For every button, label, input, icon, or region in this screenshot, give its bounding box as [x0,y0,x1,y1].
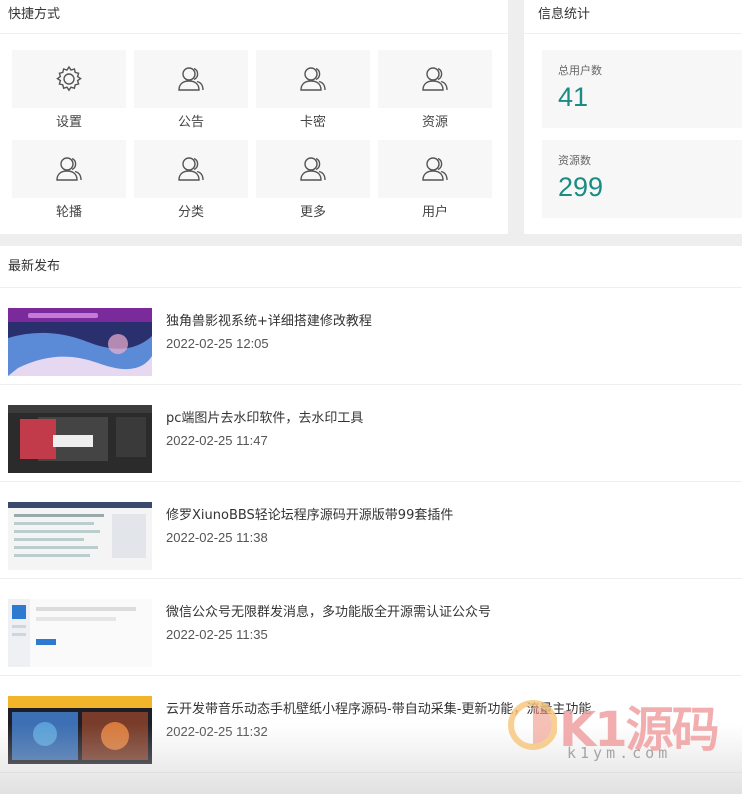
stat-label: 资源数 [558,154,591,167]
gear-icon [56,65,82,92]
quick-item-category[interactable]: 分类 [134,140,248,220]
latest-posts-title: 最新发布 [0,246,742,288]
quick-item-label: 轮播 [55,205,82,220]
quick-item-carousel[interactable]: 轮播 [12,140,126,220]
quick-item-label: 设置 [55,115,82,130]
post-date: 2022-02-25 11:38 [166,530,268,545]
post-date: 2022-02-25 11:35 [166,627,268,642]
list-item[interactable]: 微信公众号无限群发消息，多功能版全开源需认证公众号 2022-02-25 11:… [0,579,742,676]
quick-item-label: 资源 [421,115,448,130]
post-thumbnail[interactable] [8,405,152,473]
quick-item-label: 卡密 [299,115,326,130]
quick-item-label: 用户 [421,205,448,220]
stat-value: 299 [558,172,604,202]
post-date: 2022-02-25 11:47 [166,433,268,448]
quick-actions-panel: 快捷方式 设置 公告 卡密 资源 轮播 分类 更多 用户 [0,0,508,234]
users-icon [178,67,204,91]
watermark-url: k1ym.com [567,744,672,762]
quick-item-users[interactable]: 用户 [378,140,492,220]
quick-item-more[interactable]: 更多 [256,140,370,220]
quick-item-icon-box [12,140,126,198]
quick-item-label: 更多 [299,205,326,220]
stat-resources: 资源数 299 [542,140,742,218]
users-icon [178,157,204,181]
users-icon [56,157,82,181]
post-thumbnail[interactable] [8,308,152,376]
quick-item-icon-box [378,140,492,198]
post-thumbnail[interactable] [8,502,152,570]
post-title[interactable]: 微信公众号无限群发消息，多功能版全开源需认证公众号 [166,601,491,620]
quick-item-label: 分类 [177,205,204,220]
quick-item-icon-box [378,50,492,108]
post-thumbnail[interactable] [8,599,152,667]
quick-item-announcement[interactable]: 公告 [134,50,248,130]
post-date: 2022-02-25 12:05 [166,336,269,351]
list-item[interactable]: pc端图片去水印软件，去水印工具 2022-02-25 11:47 [0,385,742,482]
quick-item-label: 公告 [177,115,204,130]
quick-item-card-key[interactable]: 卡密 [256,50,370,130]
quick-item-icon-box [12,50,126,108]
stat-value: 41 [558,82,589,112]
stat-total-users: 总用户数 41 [542,50,742,128]
k1-logo-icon [508,700,557,750]
quick-item-icon-box [256,50,370,108]
quick-actions-title: 快捷方式 [0,0,508,34]
statistics-title: 信息统计 [524,0,742,34]
watermark: K1源码 k1ym.com [507,688,722,768]
statistics-panel: 信息统计 总用户数 41 资源数 299 [524,0,742,234]
users-icon [422,157,448,181]
list-item[interactable]: 独角兽影视系统+详细搭建修改教程 2022-02-25 12:05 [0,288,742,385]
post-title[interactable]: 独角兽影视系统+详细搭建修改教程 [166,310,372,329]
post-title[interactable]: 修罗XiunoBBS轻论坛程序源码开源版带99套插件 [166,504,453,523]
users-icon [300,157,326,181]
stat-label: 总用户数 [558,64,602,77]
users-icon [422,67,448,91]
quick-item-settings[interactable]: 设置 [12,50,126,130]
list-item[interactable]: 修罗XiunoBBS轻论坛程序源码开源版带99套插件 2022-02-25 11… [0,482,742,579]
post-title[interactable]: pc端图片去水印软件，去水印工具 [166,407,363,426]
quick-item-icon-box [134,140,248,198]
quick-item-icon-box [256,140,370,198]
quick-item-icon-box [134,50,248,108]
quick-item-resources[interactable]: 资源 [378,50,492,130]
post-date: 2022-02-25 11:32 [166,724,268,739]
post-thumbnail[interactable] [8,696,152,764]
users-icon [300,67,326,91]
